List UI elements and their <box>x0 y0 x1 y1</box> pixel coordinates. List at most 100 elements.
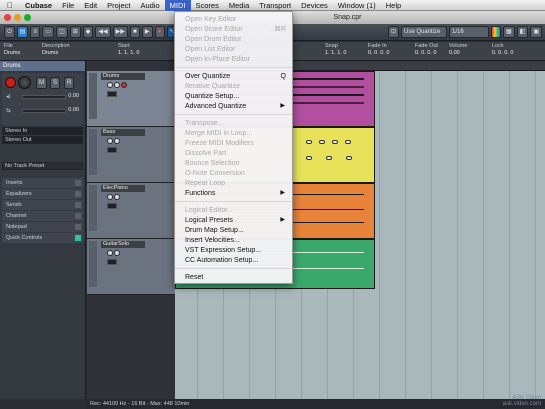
menu-audio[interactable]: Audio <box>135 0 164 11</box>
track-row[interactable]: Drums <box>87 71 175 127</box>
track-preset-select[interactable]: No Track Preset <box>2 162 83 170</box>
mute-icon[interactable] <box>107 138 113 144</box>
info-volume[interactable]: Volume 0.00 <box>449 43 467 56</box>
section-toggle-icon[interactable] <box>75 213 81 219</box>
menu-item-drum-map-setup[interactable]: Drum Map Setup... <box>185 226 286 235</box>
menu-item-iterative-quantize[interactable]: Iterative Quantize <box>185 82 286 91</box>
menu-item-merge-midi[interactable]: Merge MIDI in Loop... <box>185 129 286 138</box>
quantize-value-select[interactable]: 1/16 <box>448 26 489 38</box>
menu-item-bounce-selection[interactable]: Bounce Selection <box>185 159 286 168</box>
menu-item-functions[interactable]: Functions ▶ <box>185 189 286 198</box>
menu-devices[interactable]: Devices <box>296 0 333 11</box>
info-snap[interactable]: Snap 1. 1. 1. 0 <box>325 43 346 56</box>
window-layout-button[interactable]: ▦ <box>502 26 515 38</box>
solo-icon[interactable] <box>114 250 120 256</box>
minimize-icon[interactable] <box>14 14 21 21</box>
track-name[interactable]: Drums <box>101 73 145 80</box>
track-edit-button[interactable] <box>107 91 117 97</box>
output-routing[interactable]: Stereo Out <box>2 136 83 144</box>
track-name[interactable]: GuitarSolo <box>101 241 145 248</box>
record-enable-icon[interactable] <box>5 77 16 88</box>
mute-button[interactable]: M <box>36 77 47 89</box>
close-icon[interactable] <box>4 14 11 21</box>
track-edit-button[interactable] <box>107 259 117 265</box>
solo-icon[interactable] <box>114 194 120 200</box>
menu-item-vst-expression-setup[interactable]: VST Expression Setup... <box>185 246 286 255</box>
menu-item-reset[interactable]: Reset <box>185 273 286 282</box>
record-icon[interactable] <box>121 82 127 88</box>
mute-icon[interactable] <box>107 82 113 88</box>
solo-icon[interactable] <box>114 82 120 88</box>
info-description[interactable]: Description Drums <box>42 43 70 56</box>
mute-icon[interactable] <box>107 194 113 200</box>
activate-project-button[interactable]: ⏻ <box>4 26 15 38</box>
overview-toggle-button[interactable]: ▭ <box>42 26 55 38</box>
record-icon[interactable]: ● <box>154 26 165 38</box>
info-fade-in[interactable]: Fade In 0. 0. 0. 0 <box>368 43 389 56</box>
info-fade-out[interactable]: Fade Out 0. 0. 0. 0 <box>415 43 438 56</box>
info-lock[interactable]: Lock 0. 0. 0. 0 <box>492 43 513 56</box>
mixer-button[interactable]: ⊞ <box>69 26 81 38</box>
menu-edit[interactable]: Edit <box>79 0 102 11</box>
track-row[interactable]: GuitarSolo <box>87 239 175 295</box>
track-edit-button[interactable] <box>107 147 117 153</box>
track-edit-button[interactable] <box>107 203 117 209</box>
solo-button[interactable]: S <box>50 77 61 89</box>
menu-item-transpose[interactable]: Transpose... <box>185 119 286 128</box>
stop-icon[interactable]: ■ <box>129 26 140 38</box>
media-bay-button[interactable]: ◧ <box>516 26 529 38</box>
menu-scores[interactable]: Scores <box>191 0 224 11</box>
menu-item-open-score-editor[interactable]: Open Score Editor ⌘R <box>185 25 286 34</box>
menu-item-over-quantize[interactable]: Over Quantize Q <box>185 72 286 81</box>
pan-slider[interactable] <box>22 109 66 113</box>
section-sends[interactable]: Sends <box>2 200 83 210</box>
inspector-track-header[interactable]: Drums <box>0 61 85 71</box>
menu-item-quantize-setup[interactable]: Quantize Setup... <box>185 92 286 101</box>
section-toggle-icon[interactable] <box>75 235 81 241</box>
menu-item-open-drum-editor[interactable]: Open Drum Editor <box>185 35 286 44</box>
mute-icon[interactable] <box>107 250 113 256</box>
menu-item-open-list-editor[interactable]: Open List Editor <box>185 45 286 54</box>
menu-app[interactable]: Cubase <box>20 0 57 11</box>
menu-item-open-key-editor[interactable]: Open Key Editor <box>185 15 286 24</box>
rewind-icon[interactable]: ◀◀ <box>95 26 111 38</box>
menu-item-insert-velocities[interactable]: Insert Velocities... <box>185 236 286 245</box>
section-notepad[interactable]: Notepad <box>2 222 83 232</box>
section-toggle-icon[interactable] <box>75 202 81 208</box>
menu-window[interactable]: Window (1) <box>333 0 381 11</box>
menu-media[interactable]: Media <box>224 0 254 11</box>
extra-panel-button[interactable]: ▣ <box>530 26 542 38</box>
info-file[interactable]: File Drums <box>4 43 20 56</box>
menu-item-cc-automation-setup[interactable]: CC Automation Setup... <box>185 256 286 265</box>
solo-icon[interactable] <box>114 138 120 144</box>
info-start[interactable]: Start 1. 1. 1. 0 <box>118 43 139 56</box>
monitor-knob[interactable] <box>18 76 31 89</box>
section-inserts[interactable]: Inserts <box>2 178 83 188</box>
menu-item-open-in-place-editor[interactable]: Open In-Place Editor <box>185 55 286 64</box>
zoom-icon[interactable] <box>24 14 31 21</box>
menu-item-logical-editor[interactable]: Logical Editor... <box>185 206 286 215</box>
menu-item-repeat-loop[interactable]: Repeat Loop <box>185 179 286 188</box>
read-button[interactable]: R <box>64 77 75 89</box>
menu-item-logical-presets[interactable]: Logical Presets ▶ <box>185 216 286 225</box>
track-name[interactable]: Bass <box>101 129 145 136</box>
menu-transport[interactable]: Transport <box>254 0 296 11</box>
volume-slider[interactable] <box>22 95 66 99</box>
menu-item-dissolve-part[interactable]: Dissolve Part <box>185 149 286 158</box>
menu-item-freeze-midi[interactable]: Freeze MIDI Modifiers <box>185 139 286 148</box>
track-row[interactable]: ElecPiano <box>87 183 175 239</box>
apple-icon[interactable]:  <box>0 1 20 10</box>
menu-item-advanced-quantize[interactable]: Advanced Quantize ▶ <box>185 102 286 111</box>
input-routing[interactable]: Stereo In <box>2 127 83 135</box>
section-toggle-icon[interactable] <box>75 180 81 186</box>
menu-help[interactable]: Help <box>381 0 406 11</box>
section-equalizers[interactable]: Equalizers <box>2 189 83 199</box>
section-toggle-icon[interactable] <box>75 191 81 197</box>
track-name[interactable]: ElecPiano <box>101 185 145 192</box>
quantize-type-select[interactable]: Use Quantize <box>400 26 447 38</box>
inspector-toggle-button[interactable]: ▤ <box>16 26 29 38</box>
snap-toggle-button[interactable]: ⊡ <box>387 26 399 38</box>
pool-button[interactable]: ◫ <box>56 26 68 38</box>
track-row[interactable]: Bass <box>87 127 175 183</box>
marker-button[interactable]: ◆ <box>82 26 94 38</box>
